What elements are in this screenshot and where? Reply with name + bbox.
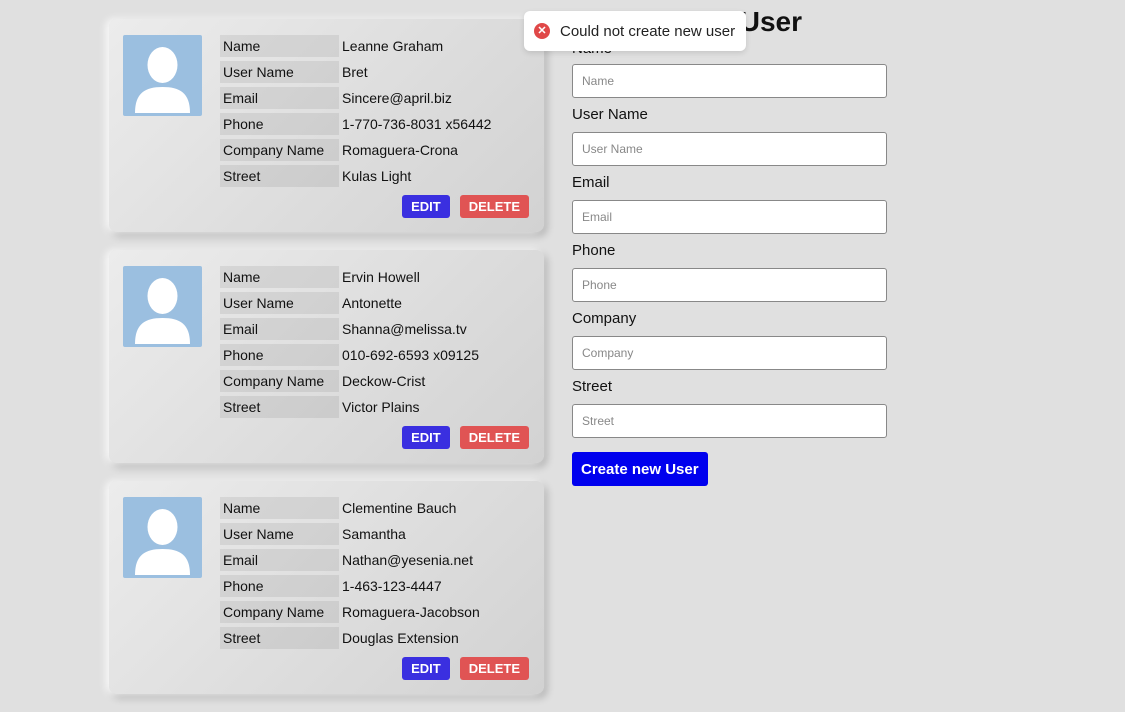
user-details: Name Clementine Bauch User Name Samantha…: [220, 497, 480, 653]
email-field-label: Email: [572, 174, 610, 191]
phone-row: Phone 1-770-736-8031 x56442: [220, 113, 491, 135]
field-label: Street: [220, 627, 339, 649]
delete-button[interactable]: DELETE: [459, 657, 529, 680]
email-value: Sincere@april.biz: [342, 90, 452, 106]
field-label: Email: [220, 318, 339, 340]
username-row: User Name Samantha: [220, 523, 480, 545]
name-input[interactable]: [572, 64, 887, 98]
company-value: Deckow-Crist: [342, 373, 426, 389]
field-label: Name: [220, 497, 339, 519]
username-value: Bret: [342, 64, 368, 80]
field-label: User Name: [220, 292, 339, 314]
create-user-button[interactable]: Create new User: [572, 452, 708, 486]
field-label: Street: [220, 165, 339, 187]
edit-button[interactable]: EDIT: [402, 195, 450, 218]
field-label: Name: [220, 35, 339, 57]
avatar-placeholder-icon: [123, 35, 202, 116]
card-actions: EDIT DELETE: [402, 195, 529, 218]
field-label: Email: [220, 87, 339, 109]
field-label: User Name: [220, 61, 339, 83]
delete-button[interactable]: DELETE: [459, 195, 529, 218]
street-value: Kulas Light: [342, 168, 412, 184]
field-label: Company Name: [220, 601, 339, 623]
field-label: Company Name: [220, 139, 339, 161]
username-row: User Name Antonette: [220, 292, 479, 314]
name-row: Name Leanne Graham: [220, 35, 491, 57]
street-value: Douglas Extension: [342, 630, 459, 646]
avatar-placeholder-icon: [123, 497, 202, 578]
phone-row: Phone 1-463-123-4447: [220, 575, 480, 597]
user-card: Name Clementine Bauch User Name Samantha…: [109, 481, 544, 694]
field-label: Phone: [220, 344, 339, 366]
field-label: Email: [220, 549, 339, 571]
field-label: User Name: [220, 523, 339, 545]
username-value: Samantha: [342, 526, 406, 542]
field-label: Phone: [220, 113, 339, 135]
name-row: Name Ervin Howell: [220, 266, 479, 288]
card-actions: EDIT DELETE: [402, 657, 529, 680]
user-card-list: Name Leanne Graham User Name Bret Email …: [109, 19, 544, 712]
field-label: Street: [220, 396, 339, 418]
street-row: Street Kulas Light: [220, 165, 491, 187]
user-card: Name Leanne Graham User Name Bret Email …: [109, 19, 544, 232]
name-value: Leanne Graham: [342, 38, 444, 54]
user-card: Name Ervin Howell User Name Antonette Em…: [109, 250, 544, 463]
phone-row: Phone 010-692-6593 x09125: [220, 344, 479, 366]
email-value: Nathan@yesenia.net: [342, 552, 473, 568]
phone-value: 010-692-6593 x09125: [342, 347, 480, 363]
phone-input[interactable]: [572, 268, 887, 302]
card-actions: EDIT DELETE: [402, 426, 529, 449]
street-row: Street Douglas Extension: [220, 627, 480, 649]
name-row: Name Clementine Bauch: [220, 497, 480, 519]
edit-button[interactable]: EDIT: [402, 426, 450, 449]
edit-button[interactable]: EDIT: [402, 657, 450, 680]
toast-message: Could not create new user: [560, 22, 736, 40]
email-input[interactable]: [572, 200, 887, 234]
company-input[interactable]: [572, 336, 887, 370]
error-toast: ✕ Could not create new user: [524, 11, 746, 51]
phone-value: 1-463-123-4447: [342, 578, 442, 594]
phone-field-label: Phone: [572, 242, 616, 259]
field-label: Name: [220, 266, 339, 288]
company-row: Company Name Deckow-Crist: [220, 370, 479, 392]
username-field-label: User Name: [572, 106, 648, 123]
street-value: Victor Plains: [342, 399, 420, 415]
email-value: Shanna@melissa.tv: [342, 321, 467, 337]
email-row: Email Shanna@melissa.tv: [220, 318, 479, 340]
name-value: Ervin Howell: [342, 269, 420, 285]
field-label: Company Name: [220, 370, 339, 392]
company-row: Company Name Romaguera-Crona: [220, 139, 491, 161]
user-details: Name Leanne Graham User Name Bret Email …: [220, 35, 491, 191]
field-label: Phone: [220, 575, 339, 597]
delete-button[interactable]: DELETE: [459, 426, 529, 449]
company-row: Company Name Romaguera-Jacobson: [220, 601, 480, 623]
email-row: Email Nathan@yesenia.net: [220, 549, 480, 571]
error-icon: ✕: [534, 23, 550, 39]
company-field-label: Company: [572, 310, 637, 327]
street-field-label: Street: [572, 378, 613, 395]
company-value: Romaguera-Crona: [342, 142, 458, 158]
street-row: Street Victor Plains: [220, 396, 479, 418]
name-value: Clementine Bauch: [342, 500, 457, 516]
username-input[interactable]: [572, 132, 887, 166]
street-input[interactable]: [572, 404, 887, 438]
user-details: Name Ervin Howell User Name Antonette Em…: [220, 266, 479, 422]
username-value: Antonette: [342, 295, 402, 311]
username-row: User Name Bret: [220, 61, 491, 83]
email-row: Email Sincere@april.biz: [220, 87, 491, 109]
phone-value: 1-770-736-8031 x56442: [342, 116, 492, 132]
company-value: Romaguera-Jacobson: [342, 604, 480, 620]
avatar-placeholder-icon: [123, 266, 202, 347]
